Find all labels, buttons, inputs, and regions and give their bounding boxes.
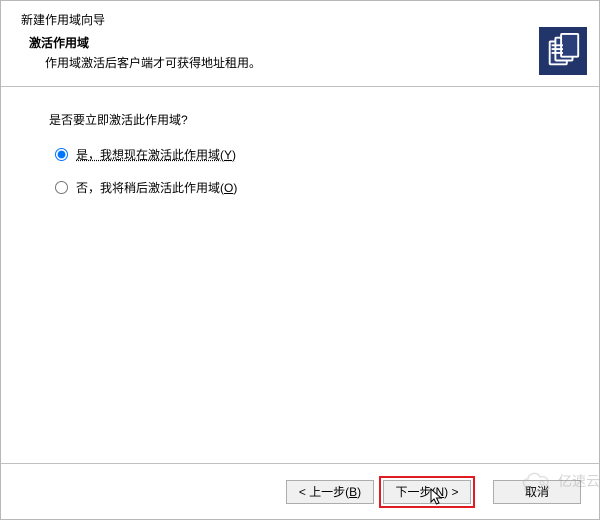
next-button-highlight: 下一步(N) > (379, 476, 475, 508)
radio-yes-label: 是，我想现在激活此作用域(Y) (76, 146, 236, 163)
radio-no-label: 否，我将稍后激活此作用域(O) (76, 179, 237, 196)
radio-yes-input[interactable] (55, 148, 68, 161)
dialog-header: 新建作用域向导 激活作用域 作用域激活后客户端才可获得地址租用。 (1, 1, 599, 87)
cancel-button[interactable]: 取消 (493, 480, 581, 504)
back-button[interactable]: < 上一步(B) (286, 480, 374, 504)
dialog-body: 是否要立即激活此作用域? 是，我想现在激活此作用域(Y) 否，我将稍后激活此作用… (1, 87, 599, 461)
dialog-footer: < 上一步(B) 下一步(N) > 取消 (1, 463, 599, 519)
activation-question: 是否要立即激活此作用域? (49, 111, 559, 128)
scope-icon (539, 27, 587, 75)
section-title: 激活作用域 (13, 34, 587, 51)
next-button[interactable]: 下一步(N) > (383, 480, 471, 504)
wizard-dialog: 新建作用域向导 激活作用域 作用域激活后客户端才可获得地址租用。 是否要立即激活… (0, 0, 600, 520)
radio-option-no[interactable]: 否，我将稍后激活此作用域(O) (49, 179, 559, 196)
section-description: 作用域激活后客户端才可获得地址租用。 (13, 54, 587, 71)
radio-option-yes[interactable]: 是，我想现在激活此作用域(Y) (49, 146, 559, 163)
window-title: 新建作用域向导 (13, 11, 587, 28)
radio-no-input[interactable] (55, 181, 68, 194)
